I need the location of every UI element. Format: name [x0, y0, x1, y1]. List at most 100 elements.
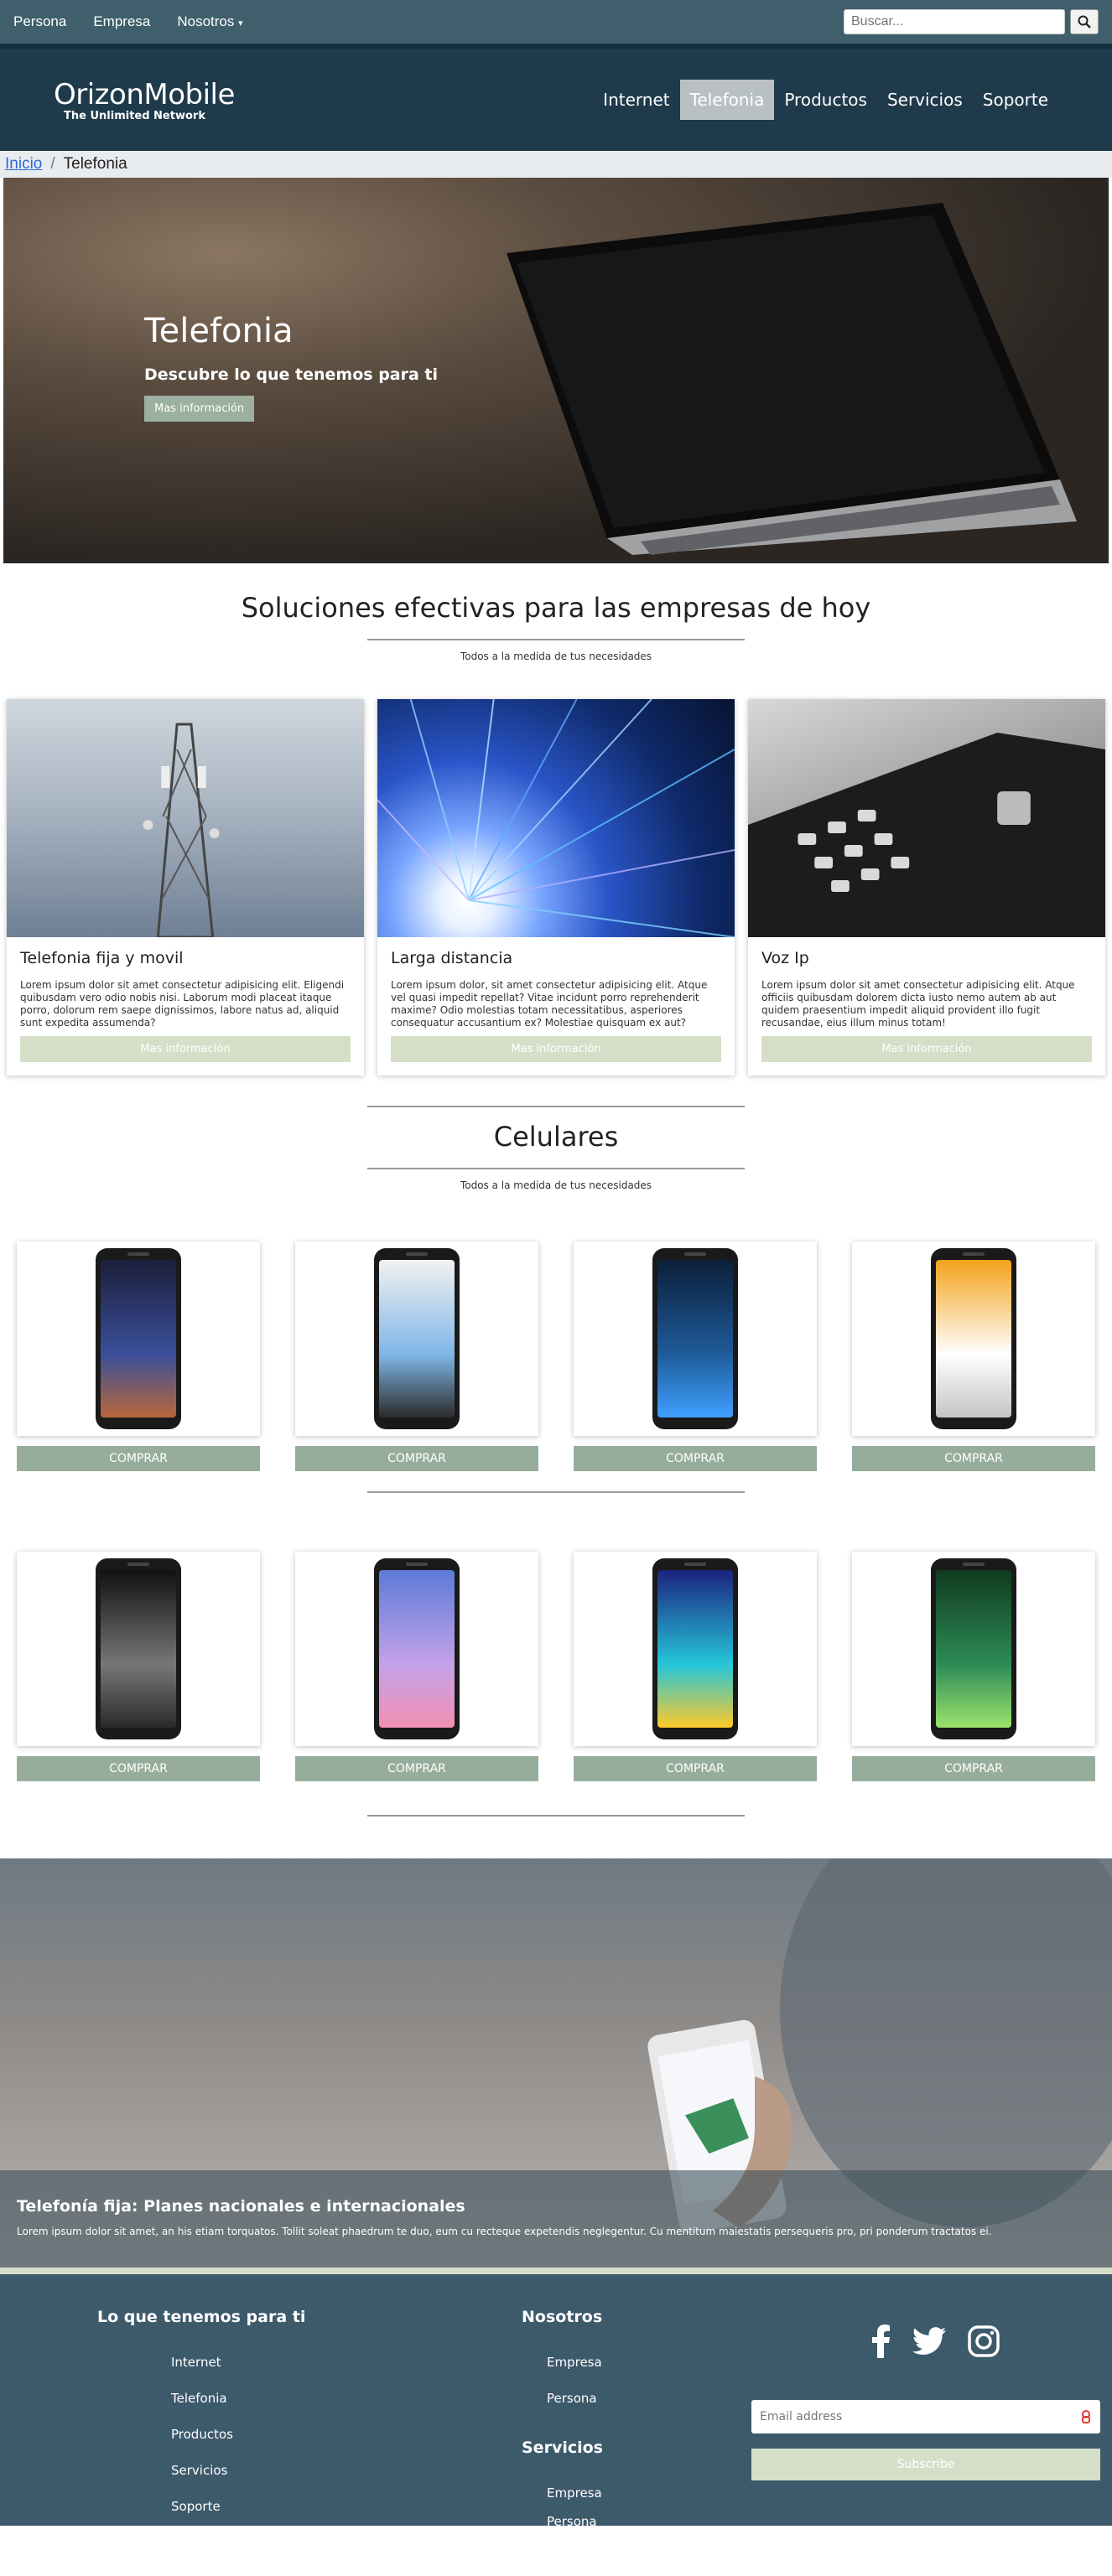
nav-internet[interactable]: Internet	[593, 80, 679, 120]
brand-tagline: The Unlimited Network	[64, 109, 205, 122]
banner-title: Telefonía fija: Planes nacionales e inte…	[17, 2197, 465, 2216]
phone-image[interactable]	[852, 1552, 1095, 1746]
banner-text: Lorem ipsum dolor sit amet, an his etiam…	[17, 2226, 992, 2237]
footer-col3-title: Servicios	[522, 2439, 603, 2457]
buy-button[interactable]: COMPRAR	[574, 1446, 817, 1471]
card-text: Lorem ipsum dolor sit amet consectetur a…	[761, 979, 1075, 1029]
twitter-icon[interactable]	[912, 2327, 946, 2356]
hero-subtitle: Descubre lo que tenemos para ti	[144, 365, 439, 384]
footer-col1-title: Lo que tenemos para ti	[97, 2308, 306, 2326]
subscribe-button[interactable]: Subscribe	[751, 2449, 1100, 2480]
smartphone-icon	[374, 1558, 460, 1739]
buy-button[interactable]: COMPRAR	[295, 1446, 538, 1471]
card-more-info-button[interactable]: Mas información	[20, 1036, 351, 1062]
email-field[interactable]: Email address	[751, 2400, 1100, 2433]
instagram-icon[interactable]	[968, 2325, 1000, 2357]
solutions-title: Soluciones efectivas para las empresas d…	[241, 592, 871, 624]
search-button[interactable]	[1070, 9, 1099, 34]
smartphone-icon	[931, 1558, 1016, 1739]
search-form	[844, 9, 1099, 34]
facebook-icon[interactable]	[872, 2325, 891, 2358]
solution-card: Larga distancia Lorem ipsum dolor, sit a…	[377, 699, 735, 1075]
password-manager-icon[interactable]	[1080, 2410, 1092, 2423]
phone-card: COMPRAR	[574, 1552, 817, 1781]
phones-row: COMPRAR COMPRAR COMPRAR COMPRAR	[0, 1241, 1112, 1471]
footer-link-servicios-persona[interactable]: Persona	[547, 2514, 597, 2529]
top-link-empresa[interactable]: Empresa	[93, 13, 150, 30]
footer-link-servicios[interactable]: Servicios	[171, 2463, 227, 2478]
solutions-cards: Telefonia fija y movil Lorem ipsum dolor…	[0, 699, 1112, 1075]
promo-banner: Telefonía fija: Planes nacionales e inte…	[0, 1858, 1112, 2268]
divider	[367, 1491, 745, 1493]
breadcrumb-current: Telefonia	[63, 155, 127, 173]
brand-name: OrizonMobile	[54, 77, 235, 111]
top-link-persona[interactable]: Persona	[13, 13, 66, 30]
tower-image	[7, 699, 364, 937]
breadcrumb-separator: /	[50, 155, 55, 173]
phone-image[interactable]	[295, 1241, 538, 1436]
smartphone-icon	[652, 1558, 738, 1739]
solutions-subtitle: Todos a la medida de tus necesidades	[460, 650, 652, 662]
nav-productos[interactable]: Productos	[774, 80, 877, 120]
divider	[367, 639, 745, 640]
footer-link-persona[interactable]: Persona	[547, 2391, 597, 2406]
buy-button[interactable]: COMPRAR	[17, 1446, 260, 1471]
buy-button[interactable]: COMPRAR	[852, 1756, 1095, 1781]
card-text: Lorem ipsum dolor, sit amet consectetur …	[391, 979, 708, 1029]
phones-subtitle: Todos a la medida de tus necesidades	[460, 1179, 652, 1191]
phone-card: COMPRAR	[17, 1241, 260, 1471]
nav-soporte[interactable]: Soporte	[973, 80, 1058, 120]
top-link-nosotros[interactable]: Nosotros ▾	[177, 13, 242, 30]
phone-card: COMPRAR	[17, 1552, 260, 1781]
phone-image[interactable]	[574, 1552, 817, 1746]
buy-button[interactable]: COMPRAR	[574, 1756, 817, 1781]
footer-link-servicios-empresa[interactable]: Empresa	[547, 2485, 602, 2501]
card-title: Larga distancia	[391, 949, 513, 967]
phone-card: COMPRAR	[295, 1552, 538, 1781]
phone-card: COMPRAR	[574, 1241, 817, 1471]
breadcrumb-home[interactable]: Inicio	[5, 155, 42, 174]
desk-phone-image	[748, 699, 1105, 937]
card-title: Telefonia fija y movil	[20, 949, 184, 967]
search-input[interactable]	[844, 9, 1065, 34]
hero-more-info-button[interactable]: Mas información	[144, 396, 255, 422]
footer-link-empresa[interactable]: Empresa	[547, 2355, 602, 2370]
phone-image[interactable]	[295, 1552, 538, 1746]
breadcrumb: Inicio / Telefonia	[0, 151, 1112, 178]
card-more-info-button[interactable]: Mas información	[761, 1036, 1092, 1062]
buy-button[interactable]: COMPRAR	[17, 1756, 260, 1781]
buy-button[interactable]: COMPRAR	[852, 1446, 1095, 1471]
card-body: Voz Ip Lorem ipsum dolor sit amet consec…	[748, 937, 1105, 1075]
smartphone-icon	[374, 1248, 460, 1429]
banner-caption: Telefonía fija: Planes nacionales e inte…	[0, 2170, 1112, 2268]
nosotros-label: Nosotros	[177, 13, 235, 29]
card-more-info-button[interactable]: Mas información	[391, 1036, 721, 1062]
main-nav: Internet Telefonia Productos Servicios S…	[593, 80, 1058, 120]
phone-image[interactable]	[17, 1241, 260, 1436]
email-placeholder: Email address	[760, 2410, 843, 2423]
divider	[367, 1815, 745, 1817]
phone-image[interactable]	[574, 1241, 817, 1436]
phone-card: COMPRAR	[852, 1552, 1095, 1781]
divider	[367, 1168, 745, 1169]
phone-image[interactable]	[17, 1552, 260, 1746]
laptop-image	[507, 203, 1077, 555]
nav-telefonia[interactable]: Telefonia	[679, 80, 775, 120]
footer-link-soporte[interactable]: Soporte	[171, 2499, 221, 2514]
smartphone-icon	[96, 1248, 181, 1429]
card-text: Lorem ipsum dolor sit amet consectetur a…	[20, 979, 345, 1029]
search-icon	[1078, 15, 1091, 29]
logo[interactable]: OrizonMobile The Unlimited Network	[54, 78, 235, 122]
card-body: Telefonia fija y movil Lorem ipsum dolor…	[7, 937, 364, 1075]
buy-button[interactable]: COMPRAR	[295, 1756, 538, 1781]
nav-servicios[interactable]: Servicios	[877, 80, 973, 120]
top-bar: Persona Empresa Nosotros ▾	[0, 0, 1112, 44]
solution-card: Telefonia fija y movil Lorem ipsum dolor…	[7, 699, 364, 1075]
banner-accent-line	[0, 2268, 1112, 2274]
divider	[367, 1106, 745, 1107]
footer-link-productos[interactable]: Productos	[171, 2427, 233, 2442]
phone-image[interactable]	[852, 1241, 1095, 1436]
footer-link-internet[interactable]: Internet	[171, 2355, 221, 2370]
phone-card: COMPRAR	[852, 1241, 1095, 1471]
footer-link-telefonia[interactable]: Telefonia	[171, 2391, 227, 2406]
